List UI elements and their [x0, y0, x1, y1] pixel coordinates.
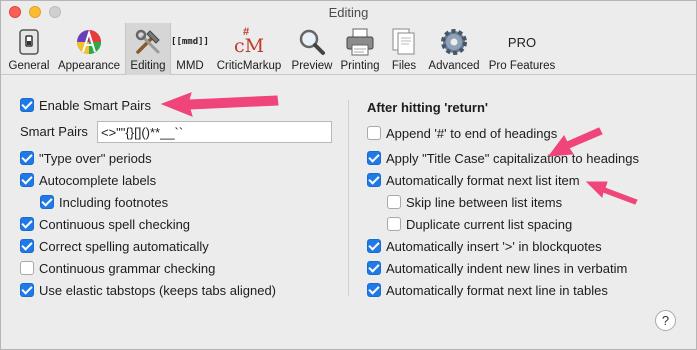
tab-criticmarkup[interactable]: # cM CriticMarkup — [210, 23, 288, 75]
tab-editing[interactable]: Editing — [125, 23, 171, 75]
help-button[interactable]: ? — [655, 310, 676, 331]
enable-smart-pairs-checkbox[interactable]: Enable Smart Pairs — [20, 95, 151, 115]
printer-icon — [343, 26, 377, 58]
editing-pane: Enable Smart Pairs Smart Pairs "Type ove… — [1, 76, 696, 349]
column-divider — [348, 100, 349, 296]
skip-line-between-list-items-checkbox[interactable]: Skip line between list items — [387, 192, 562, 212]
magnifier-icon — [295, 26, 329, 58]
including-footnotes-checkbox[interactable]: Including footnotes — [40, 192, 168, 212]
correct-spelling-checkbox[interactable]: Correct spelling automatically — [20, 236, 209, 256]
files-icon — [387, 26, 421, 58]
tab-general[interactable]: General — [6, 23, 52, 75]
format-next-list-item-checkbox[interactable]: Automatically format next list item — [367, 170, 580, 190]
title-bar: Editing — [1, 1, 696, 23]
tools-icon — [131, 26, 165, 58]
continuous-grammar-checkbox[interactable]: Continuous grammar checking — [20, 258, 215, 278]
mmd-icon: [[mmd]] — [171, 37, 209, 47]
after-return-heading: After hitting 'return' — [367, 99, 489, 115]
tab-files[interactable]: Files — [386, 23, 422, 75]
tab-advanced[interactable]: Advanced — [424, 23, 484, 75]
smart-pairs-label: Smart Pairs — [20, 124, 88, 139]
tab-printing[interactable]: Printing — [336, 23, 384, 75]
indent-verbatim-checkbox[interactable]: Automatically indent new lines in verbat… — [367, 258, 627, 278]
autocomplete-labels-checkbox[interactable]: Autocomplete labels — [20, 170, 156, 190]
tab-preview[interactable]: Preview — [289, 23, 335, 75]
elastic-tabstops-checkbox[interactable]: Use elastic tabstops (keeps tabs aligned… — [20, 280, 276, 300]
insert-blockquote-checkbox[interactable]: Automatically insert '>' in blockquotes — [367, 236, 602, 256]
type-over-periods-checkbox[interactable]: "Type over" periods — [20, 148, 152, 168]
continuous-spell-checking-checkbox[interactable]: Continuous spell checking — [20, 214, 190, 234]
tab-appearance[interactable]: Appearance — [55, 23, 123, 75]
pro-icon: PRO — [507, 34, 537, 50]
append-hash-checkbox[interactable]: Append '#' to end of headings — [367, 123, 557, 143]
format-tables-checkbox[interactable]: Automatically format next line in tables — [367, 280, 608, 300]
checkbox-box[interactable] — [20, 98, 34, 112]
preferences-toolbar: General Appearance Editing [[mmd]] MMD #… — [1, 23, 696, 75]
window-title: Editing — [328, 5, 369, 20]
tab-mmd[interactable]: [[mmd]] MMD — [171, 23, 209, 75]
switch-icon — [12, 26, 46, 58]
gear-icon — [437, 26, 471, 58]
duplicate-list-spacing-checkbox[interactable]: Duplicate current list spacing — [387, 214, 572, 234]
tab-pro-features[interactable]: PRO Pro Features — [487, 23, 557, 75]
smart-pairs-input[interactable] — [97, 121, 332, 143]
color-pen-icon — [72, 26, 106, 58]
preferences-window: Editing General Appearance Editing [[mmd… — [0, 0, 697, 350]
title-case-checkbox[interactable]: Apply "Title Case" capitalization to hea… — [367, 148, 639, 168]
criticmarkup-icon: # cM — [233, 26, 265, 57]
